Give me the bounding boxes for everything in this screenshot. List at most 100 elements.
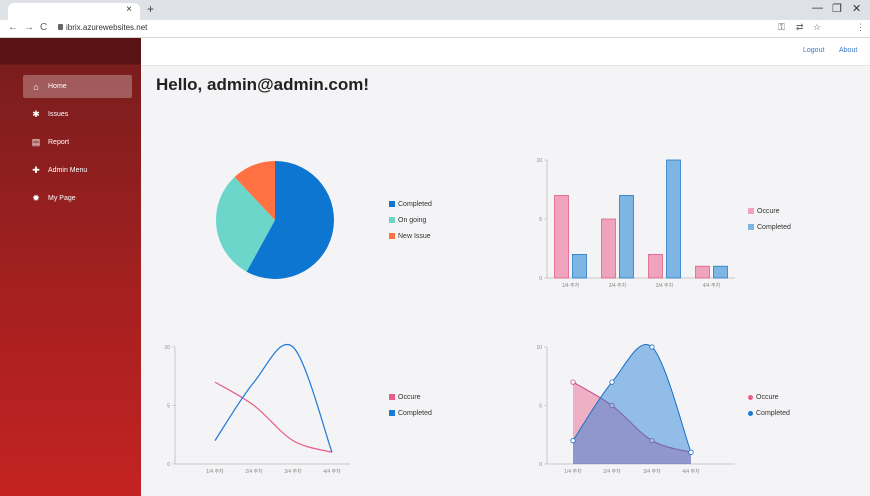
bar	[619, 195, 634, 279]
legend-swatch	[748, 208, 754, 214]
browser-tab[interactable]: ×	[8, 3, 140, 20]
x-tick-label: 2/4 주차	[609, 282, 627, 289]
address-bar: ← → C ibrix.azurewebsites.net ⚿ ⇄ ☆ ⋮	[0, 20, 870, 38]
sidebar-item-label: Report	[48, 139, 70, 146]
legend-label: Completed	[757, 223, 791, 231]
pie-chart	[216, 161, 334, 279]
data-point	[570, 379, 576, 385]
y-tick-label: 5	[539, 404, 542, 410]
legend-item: Completed	[748, 405, 790, 421]
pie-legend: Completed On going New Issue	[389, 196, 432, 244]
legend-swatch	[748, 224, 754, 230]
browser-tab-bar: × + — ❐ ✕	[0, 0, 870, 20]
legend-label: Occure	[398, 393, 421, 401]
legend-label: Occure	[756, 393, 779, 401]
series-line	[214, 381, 333, 453]
legend-item: New Issue	[389, 228, 432, 244]
x-tick-label: 3/4 주차	[643, 468, 661, 475]
x-tick-label: 4/4 주차	[703, 282, 721, 289]
bar-legend: Occure Completed	[748, 203, 791, 235]
url-field[interactable]: ibrix.azurewebsites.net	[66, 23, 147, 32]
bar	[554, 195, 569, 279]
key-icon[interactable]: ⚿	[778, 22, 785, 33]
legend-item: On going	[389, 212, 432, 228]
browser-menu-icon[interactable]: ⋮	[856, 22, 865, 33]
legend-item: Occure	[748, 389, 790, 405]
reload-icon[interactable]: C	[40, 22, 47, 33]
x-tick-label: 1/4 주차	[562, 282, 580, 289]
translate-icon[interactable]: ⇄	[796, 22, 804, 33]
data-point	[688, 449, 694, 455]
sidebar-item-my-page[interactable]: ✹ My Page	[23, 187, 132, 210]
y-tick-label: 10	[536, 345, 542, 351]
sidebar-item-issues[interactable]: ✱ Issues	[23, 103, 132, 126]
gear-icon: ✹	[32, 193, 40, 203]
sidebar: ⌂ Home ✱ Issues ▤ Report ✚ Admin Menu ✹ …	[0, 38, 141, 496]
line-legend: Occure Completed	[389, 389, 432, 421]
x-tick-label: 4/4 주차	[682, 468, 700, 475]
back-icon[interactable]: ←	[8, 22, 18, 33]
x-tick-label: 3/4 주차	[284, 468, 302, 475]
plus-icon: ✚	[32, 165, 40, 175]
legend-item: Completed	[389, 405, 432, 421]
x-tick-label: 4/4 주차	[323, 468, 341, 475]
legend-label: Occure	[757, 207, 780, 215]
sidebar-item-label: Home	[48, 83, 67, 90]
document-icon: ▤	[31, 137, 41, 147]
sidebar-item-admin-menu[interactable]: ✚ Admin Menu	[23, 159, 132, 182]
series-line	[214, 344, 333, 453]
about-link[interactable]: About	[839, 47, 857, 54]
bar	[572, 254, 587, 279]
data-point	[649, 344, 655, 350]
lock-icon	[58, 24, 63, 30]
legend-item: Completed	[748, 219, 791, 235]
minimize-icon[interactable]: —	[812, 2, 823, 14]
legend-label: Completed	[756, 409, 790, 417]
bar	[713, 265, 728, 279]
bar	[695, 265, 710, 279]
sidebar-item-report[interactable]: ▤ Report	[23, 131, 132, 154]
logout-link[interactable]: Logout	[803, 47, 824, 54]
legend-item: Occure	[748, 203, 791, 219]
bug-icon: ✱	[32, 109, 40, 119]
legend-item: Occure	[389, 389, 432, 405]
x-tick-label: 3/4 주차	[656, 282, 674, 289]
bar	[648, 254, 663, 279]
legend-swatch	[748, 394, 753, 400]
x-tick-label: 2/4 주차	[245, 468, 263, 475]
legend-label: On going	[398, 216, 427, 224]
legend-label: New Issue	[398, 232, 431, 240]
bar-chart: 0 5 10 1/4 주차 2/4 주차 3/4 주차 4/4 주차	[536, 158, 735, 289]
new-tab-button[interactable]: +	[147, 2, 154, 16]
forward-icon[interactable]: →	[24, 22, 34, 33]
x-tick-label: 1/4 주차	[564, 468, 582, 475]
x-tick-label: 1/4 주차	[206, 468, 224, 475]
y-tick-label: 5	[167, 404, 170, 410]
x-tick-label: 2/4 주차	[603, 468, 621, 475]
legend-label: Completed	[398, 200, 432, 208]
area-legend: Occure Completed	[748, 389, 790, 421]
window-close-icon[interactable]: ✕	[852, 2, 861, 15]
top-bar: Logout About	[141, 38, 870, 66]
legend-swatch	[389, 394, 395, 400]
data-point	[609, 379, 615, 385]
restore-icon[interactable]: ❐	[832, 2, 842, 15]
legend-swatch	[748, 410, 753, 416]
page-title: Hello, admin@admin.com!	[156, 75, 370, 94]
legend-swatch	[389, 233, 395, 239]
legend-swatch	[389, 201, 395, 207]
sidebar-item-label: Issues	[48, 111, 69, 118]
sidebar-item-label: My Page	[48, 195, 76, 202]
tab-close-icon[interactable]: ×	[126, 4, 132, 15]
home-icon: ⌂	[33, 81, 39, 92]
y-tick-label: 0	[167, 462, 170, 468]
bar	[601, 218, 616, 279]
star-icon[interactable]: ☆	[813, 22, 821, 33]
legend-swatch	[389, 410, 395, 416]
legend-item: Completed	[389, 196, 432, 212]
data-point	[570, 438, 576, 444]
legend-label: Completed	[398, 409, 432, 417]
sidebar-item-label: Admin Menu	[48, 167, 88, 174]
y-tick-label: 10	[164, 345, 170, 351]
sidebar-item-home[interactable]: ⌂ Home	[23, 75, 132, 98]
